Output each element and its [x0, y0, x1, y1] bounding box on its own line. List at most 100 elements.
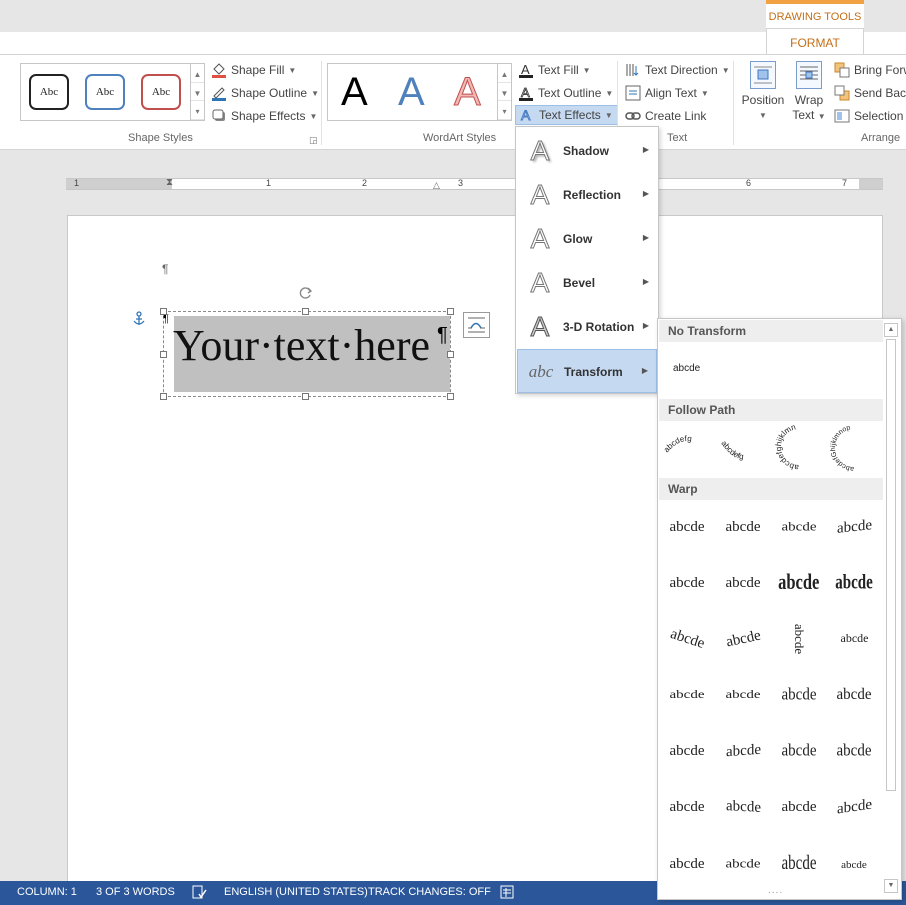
dialog-launcher-icon[interactable]: ◲ [309, 135, 318, 146]
gallery-scrollbar[interactable]: ▲ ▼ [884, 323, 898, 893]
status-language[interactable]: ENGLISH (UNITED STATES) [224, 886, 368, 898]
wordart-style-pink[interactable]: A [454, 70, 482, 115]
menu-item-shadow[interactable]: A Shadow ▶ [517, 129, 657, 173]
chevron-up-icon[interactable]: ▲ [191, 64, 204, 83]
warp-option-r3-c1[interactable]: abcde [661, 619, 713, 659]
resize-handle[interactable] [160, 351, 167, 358]
bring-forward-button[interactable]: Bring Forw [834, 60, 906, 80]
shape-fill-button[interactable]: Shape Fill ▼ [211, 60, 296, 80]
warp-option-r6-c1[interactable]: abcde [661, 787, 713, 827]
resize-handle[interactable] [160, 393, 167, 400]
chevron-down-icon[interactable]: ▼ [191, 83, 204, 102]
tab-format[interactable]: FORMAT [766, 28, 864, 55]
send-backward-button[interactable]: Send Back [834, 83, 906, 103]
scroll-up-icon[interactable]: ▲ [884, 323, 898, 337]
text-effects-button[interactable]: A Text Effects ▼ [515, 105, 618, 125]
status-track-changes[interactable]: TRACK CHANGES: OFF [368, 886, 491, 898]
position-icon [750, 61, 776, 89]
menu-item-transform[interactable]: abc Transform ▶ [517, 349, 657, 393]
chevron-down-icon[interactable]: ▼ [498, 83, 511, 102]
wordart-styles-scroll[interactable]: ▲ ▼ ▾ [497, 64, 511, 120]
follow-path-arch-up[interactable]: abcdefg [661, 423, 713, 475]
text-direction-button[interactable]: Text Direction ▼ [625, 60, 730, 80]
text-outline-button[interactable]: A Text Outline ▼ [518, 83, 613, 103]
warp-option-r1-c4[interactable]: abcde [828, 507, 880, 547]
warp-option-r2-c3[interactable]: abcde [773, 563, 825, 603]
warp-option-r4-c2[interactable]: abcde [717, 675, 769, 715]
warp-option-r4-c3[interactable]: abcde [773, 675, 825, 715]
wordart-style-blue[interactable]: A [398, 70, 425, 115]
warp-option-r6-c3[interactable]: abcde [773, 787, 825, 827]
warp-option-r3-c3[interactable]: abcde [773, 619, 825, 659]
layout-options-button[interactable] [463, 312, 490, 338]
resize-handle[interactable] [447, 393, 454, 400]
warp-option-r1-c1[interactable]: abcde [661, 507, 713, 547]
wordart-style-black[interactable]: A [341, 70, 368, 115]
resize-handle[interactable] [447, 308, 454, 315]
warp-option-r2-c2[interactable]: abcde [717, 563, 769, 603]
warp-option-r1-c3[interactable]: abcde [773, 507, 825, 547]
warp-option-r5-c3[interactable]: abcde [773, 731, 825, 771]
warp-option-r6-c4[interactable]: abcde [828, 787, 880, 827]
follow-path-arch-down[interactable]: abcdefg [717, 423, 769, 475]
proofing-icon[interactable] [191, 884, 207, 903]
warp-option-r5-c2[interactable]: abcde [717, 731, 769, 771]
follow-path-button[interactable]: abcdefGhijklmnop [828, 423, 880, 475]
position-button[interactable]: Position ▼ [739, 61, 787, 123]
warp-option-r1-c2[interactable]: abcde [717, 507, 769, 547]
warp-option-r7-c2[interactable]: abcde [717, 844, 769, 884]
tab-stop-icon[interactable]: △ [433, 180, 440, 191]
resize-handle[interactable] [302, 393, 309, 400]
warp-option-r3-c4[interactable]: abcde [828, 619, 880, 659]
shape-style-swatch-1[interactable]: Abc [29, 74, 69, 110]
shape-outline-button[interactable]: Shape Outline ▼ [211, 83, 319, 103]
align-text-button[interactable]: Align Text ▼ [625, 83, 709, 103]
wordart-styles-gallery[interactable]: A A A ▲ ▼ ▾ [327, 63, 512, 121]
shape-effects-button[interactable]: Shape Effects ▼ [211, 106, 317, 126]
resize-handle[interactable] [160, 308, 167, 315]
warp-option-r7-c4[interactable]: abcde [828, 844, 880, 884]
warp-option-r4-c1[interactable]: abcde [661, 675, 713, 715]
menu-item-3d-rotation[interactable]: A 3-D Rotation ▶ [517, 305, 657, 349]
chevron-up-icon[interactable]: ▲ [498, 64, 511, 83]
no-transform-option[interactable]: abcde [673, 363, 700, 374]
menu-item-glow[interactable]: A Glow ▶ [517, 217, 657, 261]
warp-sample-text: abcde [835, 571, 873, 595]
warp-option-r7-c3[interactable]: abcde [773, 844, 825, 884]
indent-marker-icon[interactable]: ⧗ [166, 177, 173, 188]
menu-item-bevel[interactable]: A Bevel ▶ [517, 261, 657, 305]
more-icon[interactable]: ▾ [498, 101, 511, 120]
follow-path-circle[interactable]: abcdefghijklmn [773, 422, 825, 475]
rotate-handle-icon[interactable] [298, 285, 314, 304]
shape-styles-gallery[interactable]: Abc Abc Abc ▲ ▼ ▾ [20, 63, 205, 121]
resize-handle[interactable] [447, 351, 454, 358]
warp-option-r7-c1[interactable]: abcde [661, 844, 713, 884]
menu-item-reflection[interactable]: A Reflection ▶ [517, 173, 657, 217]
warp-option-r2-c1[interactable]: abcde [661, 563, 713, 603]
text-direction-label: Text Direction [645, 63, 718, 77]
wrap-text-button[interactable]: Wrap Text ▼ [790, 61, 828, 124]
selection-pane-button[interactable]: Selection P [834, 106, 906, 126]
warp-option-r4-c4[interactable]: abcde [828, 675, 880, 715]
text-fill-button[interactable]: A Text Fill ▼ [518, 60, 591, 80]
warp-option-r6-c2[interactable]: abcde [717, 787, 769, 827]
warp-option-r5-c1[interactable]: abcde [661, 731, 713, 771]
macro-icon[interactable] [500, 885, 514, 902]
shape-style-swatch-2[interactable]: Abc [85, 74, 125, 110]
create-link-button[interactable]: Create Link [625, 106, 706, 126]
warp-option-r3-c2[interactable]: abcde [717, 619, 769, 659]
resize-handle[interactable] [302, 308, 309, 315]
horizontal-ruler[interactable]: 1 1 2 3 6 7 ⧗ △ [66, 177, 883, 191]
ribbon: Abc Abc Abc ▲ ▼ ▾ Shape Fill ▼ Shape Outl… [0, 54, 906, 150]
warp-option-r2-c4[interactable]: abcde [828, 563, 880, 603]
shape-style-swatch-3[interactable]: Abc [141, 74, 181, 110]
scroll-thumb[interactable] [886, 339, 896, 791]
more-icon[interactable]: ▾ [191, 101, 204, 120]
warp-option-r5-c4[interactable]: abcde [828, 731, 880, 771]
shape-styles-scroll[interactable]: ▲ ▼ ▾ [190, 64, 204, 120]
status-word-count[interactable]: 3 OF 3 WORDS [96, 886, 175, 898]
status-column[interactable]: COLUMN: 1 [17, 886, 77, 898]
scroll-down-icon[interactable]: ▼ [884, 879, 898, 893]
wordart-textbox[interactable] [163, 311, 451, 397]
warp-sample-text: abcde [724, 627, 762, 651]
